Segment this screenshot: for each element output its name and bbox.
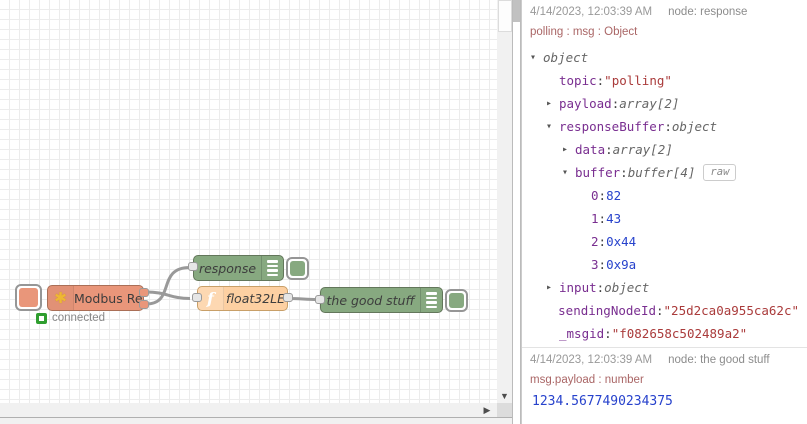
value-number: 0x44 (606, 234, 637, 249)
node-status: connected (36, 312, 105, 324)
value-type: buffer[4] (627, 165, 696, 180)
timestamp: 4/14/2023, 12:03:39 AM (530, 354, 653, 366)
caret-down-icon[interactable] (546, 121, 559, 132)
flow-canvas[interactable]: ✱ Modbus Read connected response f float… (0, 0, 497, 403)
object-key: 3 (591, 257, 606, 272)
node-red-window: ✱ Modbus Read connected response f float… (0, 0, 807, 424)
object-key: 0 (591, 188, 606, 203)
timestamp: 4/14/2023, 12:03:39 AM (530, 6, 653, 18)
response-input-port[interactable] (188, 262, 198, 271)
value-type: array[2] (612, 142, 673, 157)
float32-input-port[interactable] (192, 293, 202, 302)
object-key: data (575, 142, 613, 157)
status-ring-icon (36, 312, 47, 324)
tree-row: _msgid "f082658c502489a2" (530, 322, 799, 345)
raw-toggle-button[interactable]: raw (703, 164, 737, 181)
tree-row[interactable]: payload array[2] (530, 92, 799, 115)
debug-object-tree: object topic "polling" payload array[2] … (530, 46, 799, 345)
object-key: _msgid (559, 326, 612, 341)
caret-down-icon[interactable] (562, 167, 575, 178)
value-number: 0x9a (606, 257, 637, 272)
scrollbar-corner (497, 403, 512, 417)
caret-right-icon[interactable] (546, 98, 559, 109)
debug-message: 4/14/2023, 12:03:39 AM node: the good st… (522, 348, 807, 420)
response-debug-toggle[interactable] (286, 257, 309, 280)
goodstuff-input-port[interactable] (315, 295, 325, 304)
caret-right-icon[interactable] (562, 144, 575, 155)
value-number: 43 (606, 211, 622, 226)
value-string: "polling" (604, 73, 672, 88)
object-key: payload (559, 96, 619, 111)
object-key: sendingNodeId (558, 303, 663, 318)
modbus-output-port-1[interactable] (139, 288, 149, 297)
debug-message-meta: 4/14/2023, 12:03:39 AM node: the good st… (530, 352, 799, 374)
tree-row: 0 82 (530, 184, 799, 207)
node-label: float32LE (225, 291, 286, 306)
arrow-down-icon[interactable]: ▼ (497, 389, 512, 403)
value-number: 82 (606, 188, 622, 203)
sidebar-splitter[interactable] (512, 0, 521, 424)
debug-list-icon (261, 256, 283, 280)
debug-message-subject: msg.payload : number (530, 374, 644, 386)
value-type: object (604, 280, 650, 295)
debug-message: 4/14/2023, 12:03:39 AM node: response po… (522, 0, 807, 348)
object-key: 1 (591, 211, 606, 226)
tree-row: 1 43 (530, 207, 799, 230)
node-response[interactable]: response (188, 255, 284, 281)
value-string: "f082658c502489a2" (611, 326, 748, 341)
tree-row[interactable]: responseBuffer object (530, 115, 799, 138)
object-key: topic (559, 73, 604, 88)
arrow-right-icon[interactable]: ▶ (480, 403, 494, 417)
debug-payload-value: 1234.5677490234375 (532, 394, 673, 409)
caret-down-icon[interactable] (530, 52, 543, 63)
debug-list-icon (420, 288, 442, 312)
object-key: input (559, 280, 604, 295)
tree-row: topic "polling" (530, 69, 799, 92)
tree-row: 2 0x44 (530, 230, 799, 253)
object-key: 2 (591, 234, 606, 249)
debug-message-subject: polling : msg : Object (530, 26, 638, 38)
wire-modbus-to-float32[interactable] (145, 290, 191, 300)
tree-row[interactable]: input object (530, 276, 799, 299)
wire-float32-to-goodstuff[interactable] (288, 297, 318, 301)
node-float32le[interactable]: f float32LE (192, 286, 293, 311)
value-type: array[2] (619, 96, 680, 111)
modbus-node-button[interactable] (15, 284, 42, 311)
bottom-chrome-bar (0, 417, 512, 424)
sidebar-scrollbar-thumb[interactable] (513, 0, 520, 22)
wires-layer (145, 266, 318, 306)
node-modbus-read[interactable]: ✱ Modbus Read (47, 285, 149, 311)
status-text: connected (52, 312, 106, 324)
source-node: node: response (668, 6, 748, 18)
tree-row: 3 0x9a (530, 253, 799, 276)
object-key: responseBuffer (559, 119, 672, 134)
canvas-horizontal-scrollbar[interactable]: ▶ (0, 403, 512, 417)
modbus-output-port-2[interactable] (139, 300, 149, 309)
debug-sidebar: 4/14/2023, 12:03:39 AM node: response po… (521, 0, 807, 424)
node-label: the good stuff (326, 292, 415, 308)
caret-right-icon[interactable] (546, 282, 559, 293)
asterisk-icon: ✱ (48, 286, 74, 310)
object-key: buffer (575, 165, 628, 180)
float32-output-port[interactable] (283, 293, 293, 302)
tree-row[interactable]: object (530, 46, 799, 69)
debug-message-meta: 4/14/2023, 12:03:39 AM node: response (530, 4, 799, 26)
tree-row[interactable]: buffer buffer[4] raw (530, 161, 799, 184)
tree-row: sendingNodeId "25d2ca0a955ca62c" (530, 299, 799, 322)
node-label: response (198, 260, 257, 276)
value-type: object (543, 50, 589, 65)
canvas-vertical-scrollbar[interactable]: ▼ (497, 0, 512, 403)
value-type: object (671, 119, 718, 134)
node-the-good-stuff[interactable]: the good stuff (315, 287, 443, 313)
value-string: "25d2ca0a955ca62c" (663, 303, 799, 318)
tree-row[interactable]: data array[2] (530, 138, 799, 161)
node-label: Modbus Read (74, 290, 143, 306)
vscroll-thumb[interactable] (498, 0, 512, 32)
source-node: node: the good stuff (668, 354, 770, 366)
goodstuff-debug-toggle[interactable] (445, 289, 468, 312)
